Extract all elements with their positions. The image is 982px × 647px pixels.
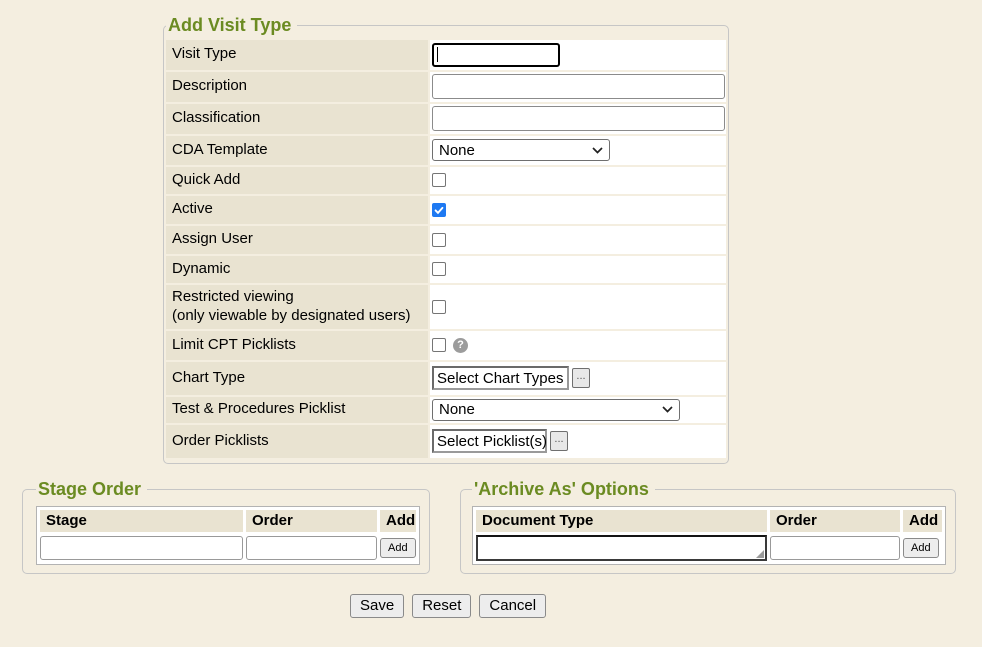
restricted-viewing-checkbox[interactable] (432, 300, 446, 314)
order-picklists-browse-button[interactable]: ... (550, 431, 568, 451)
assign-user-checkbox[interactable] (432, 233, 446, 247)
archive-order-input[interactable] (770, 536, 900, 560)
chart-type-picker[interactable]: Select Chart Types (432, 366, 569, 390)
cancel-button[interactable]: Cancel (479, 594, 546, 618)
active-label: Active (166, 196, 428, 224)
visit-type-input[interactable] (432, 43, 560, 67)
dynamic-label: Dynamic (166, 256, 428, 283)
stage-input[interactable] (40, 536, 243, 560)
document-type-column-header: Document Type (476, 510, 767, 532)
stage-order-legend: Stage Order (36, 480, 147, 500)
limit-cpt-checkbox[interactable] (432, 338, 446, 352)
restricted-viewing-label: Restricted viewing (only viewable by des… (166, 285, 428, 329)
order-column-header: Order (246, 510, 377, 532)
quick-add-checkbox[interactable] (432, 173, 446, 187)
description-label: Description (166, 72, 428, 102)
limit-cpt-picklists-label: Limit CPT Picklists (166, 331, 428, 360)
add-column-header: Add (903, 510, 942, 532)
stage-add-button[interactable]: Add (380, 538, 416, 558)
dynamic-checkbox[interactable] (432, 262, 446, 276)
order-picklists-label: Order Picklists (166, 425, 428, 458)
quick-add-label: Quick Add (166, 167, 428, 194)
document-type-input[interactable] (476, 535, 767, 561)
add-visit-type-fieldset: Add Visit Type Visit Type Description Cl… (163, 16, 729, 464)
active-checkbox[interactable] (432, 203, 446, 217)
resize-grip-icon (756, 550, 764, 558)
archive-as-options-legend: 'Archive As' Options (472, 480, 655, 500)
add-visit-type-legend: Add Visit Type (166, 16, 297, 36)
test-procedures-select[interactable]: None (432, 399, 680, 421)
chevron-down-icon (662, 406, 673, 413)
description-input[interactable] (432, 74, 725, 99)
cda-template-label: CDA Template (166, 136, 428, 165)
chart-type-label: Chart Type (166, 362, 428, 395)
reset-button[interactable]: Reset (412, 594, 471, 618)
save-button[interactable]: Save (350, 594, 404, 618)
bottom-fieldsets: Stage Order Stage Order Add Add 'Archive… (22, 480, 982, 574)
add-column-header: Add (380, 510, 416, 532)
visit-type-label: Visit Type (166, 40, 428, 70)
cda-template-select[interactable]: None (432, 139, 610, 161)
stage-order-fieldset: Stage Order Stage Order Add Add (22, 480, 430, 574)
classification-label: Classification (166, 104, 428, 134)
archive-as-options-fieldset: 'Archive As' Options Document Type Order… (460, 480, 956, 574)
stage-order-table: Stage Order Add Add (36, 506, 420, 565)
archive-as-table: Document Type Order Add Add (472, 506, 946, 565)
stage-order-input[interactable] (246, 536, 377, 560)
form-actions: Save Reset Cancel (350, 594, 982, 618)
text-caret (437, 47, 438, 62)
order-picklists-picker[interactable]: Select Picklist(s) (432, 429, 547, 453)
archive-add-button[interactable]: Add (903, 538, 939, 558)
chart-type-browse-button[interactable]: ... (572, 368, 590, 388)
help-question-icon[interactable]: ? (453, 338, 468, 353)
visit-type-form-table: Visit Type Description Classification CD… (166, 40, 726, 458)
order-column-header: Order (770, 510, 900, 532)
classification-input[interactable] (432, 106, 725, 131)
test-procedures-picklist-label: Test & Procedures Picklist (166, 397, 428, 423)
assign-user-label: Assign User (166, 226, 428, 254)
chevron-down-icon (592, 147, 603, 154)
stage-column-header: Stage (40, 510, 243, 532)
